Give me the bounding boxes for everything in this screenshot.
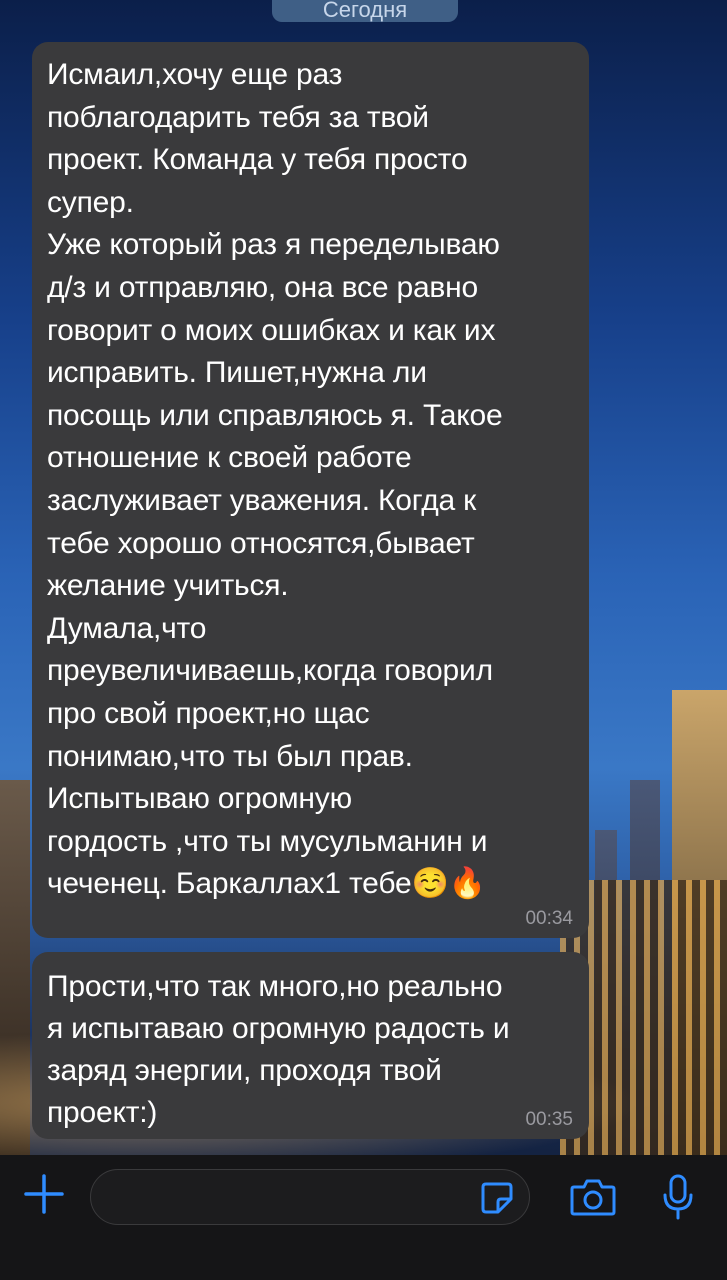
date-header: Сегодня — [272, 0, 458, 22]
message-input[interactable] — [90, 1169, 530, 1225]
message-text: Исмаил,хочу еще раз поблагодарить тебя з… — [47, 58, 503, 901]
message-input-bar — [0, 1155, 727, 1280]
plus-icon[interactable] — [22, 1172, 66, 1216]
camera-icon[interactable] — [570, 1177, 616, 1217]
microphone-icon[interactable] — [660, 1173, 696, 1221]
message-bubble[interactable]: Прости,что так много,но реально я испыта… — [32, 952, 589, 1139]
message-time: 00:35 — [525, 1109, 573, 1130]
message-time: 00:34 — [525, 908, 573, 929]
sticker-icon[interactable] — [480, 1181, 514, 1215]
message-text: Прости,что так много,но реально я испыта… — [47, 970, 510, 1129]
message-bubble[interactable]: Исмаил,хочу еще раз поблагодарить тебя з… — [32, 42, 589, 938]
